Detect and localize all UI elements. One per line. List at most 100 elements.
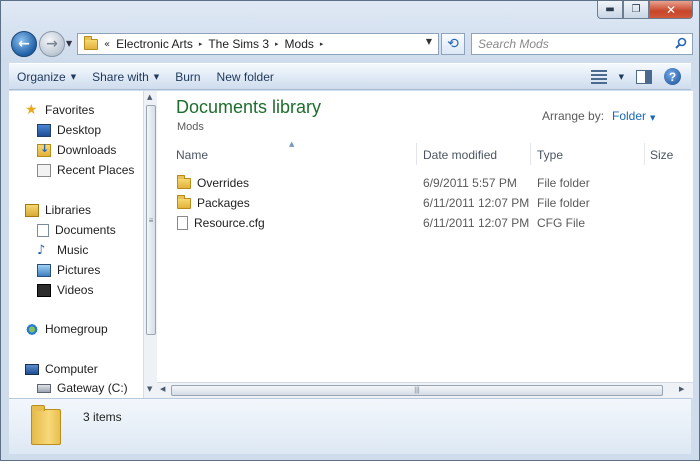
nav-label: Gateway (C:) bbox=[57, 381, 128, 395]
forward-button[interactable]: → bbox=[39, 31, 65, 57]
share-with-label: Share with bbox=[92, 69, 149, 84]
close-button[interactable]: ✕ bbox=[649, 1, 693, 19]
breadcrumb-chevron-icon[interactable]: ▸ bbox=[320, 40, 324, 48]
nav-computer[interactable]: Computer bbox=[25, 362, 98, 376]
folder-icon bbox=[177, 194, 191, 209]
maximize-button[interactable]: ❐ bbox=[623, 1, 649, 19]
refresh-button[interactable]: ⟲ bbox=[441, 33, 465, 55]
horizontal-scroll-thumb[interactable]: ||| bbox=[171, 385, 663, 396]
chevron-down-icon: ▼ bbox=[153, 72, 160, 81]
search-icon[interactable] bbox=[675, 37, 687, 49]
address-bar[interactable]: « Electronic Arts ▸ The Sims 3 ▸ Mods ▸ … bbox=[77, 33, 439, 55]
organize-label: Organize bbox=[17, 69, 66, 84]
nav-scroll-thumb[interactable]: ≡ bbox=[146, 105, 156, 335]
share-with-button[interactable]: Share with ▼ bbox=[84, 64, 167, 89]
folder-icon bbox=[31, 405, 61, 445]
arrange-by-value: Folder bbox=[612, 109, 647, 123]
navigation-pane: ★ Favorites Desktop Downloads Recent Pla… bbox=[9, 91, 155, 398]
file-type: File folder bbox=[537, 176, 590, 190]
file-row[interactable]: Resource.cfg 6/11/2011 12:07 PM CFG File bbox=[177, 214, 657, 232]
nav-favorites[interactable]: ★ Favorites bbox=[25, 101, 95, 118]
scroll-left-arrow-icon[interactable]: ◀ bbox=[160, 385, 165, 393]
nav-scrollbar[interactable]: ▲ ≡ ▼ bbox=[143, 91, 157, 398]
preview-pane-icon[interactable] bbox=[636, 69, 652, 84]
nav-music[interactable]: ♪ Music bbox=[37, 243, 88, 257]
nav-label: Documents bbox=[55, 223, 116, 237]
back-button[interactable]: ← bbox=[11, 31, 37, 57]
nav-label: Favorites bbox=[45, 103, 95, 117]
arrange-by-dropdown[interactable]: Folder ▼ bbox=[612, 109, 655, 123]
homegroup-icon bbox=[25, 322, 39, 336]
nav-downloads[interactable]: Downloads bbox=[37, 142, 116, 157]
new-folder-button[interactable]: New folder bbox=[209, 64, 282, 89]
file-name-cell: Resource.cfg bbox=[177, 216, 265, 230]
file-name: Packages bbox=[197, 196, 250, 210]
view-dropdown-icon[interactable]: ▼ bbox=[619, 73, 624, 81]
file-type: File folder bbox=[537, 196, 590, 210]
breadcrumb-mods[interactable]: Mods bbox=[285, 37, 314, 51]
column-header-date-modified[interactable]: Date modified bbox=[423, 148, 497, 162]
pictures-icon bbox=[37, 263, 51, 277]
minimize-button[interactable]: ▬ bbox=[597, 1, 623, 19]
file-row[interactable]: Packages 6/11/2011 12:07 PM File folder bbox=[177, 194, 657, 212]
column-header-type[interactable]: Type bbox=[537, 148, 563, 162]
search-input[interactable]: Search Mods bbox=[471, 33, 693, 55]
nav-pictures[interactable]: Pictures bbox=[37, 263, 100, 277]
file-name-cell: Overrides bbox=[177, 174, 250, 190]
caption-buttons: ▬ ❐ ✕ bbox=[597, 1, 693, 19]
file-name: Overrides bbox=[197, 176, 250, 190]
address-dropdown-icon[interactable]: ▼ bbox=[426, 37, 432, 46]
nav-recent-places[interactable]: Recent Places bbox=[37, 163, 134, 177]
file-row[interactable]: Overrides 6/9/2011 5:57 PM File folder bbox=[177, 174, 657, 192]
file-name: Resource.cfg bbox=[194, 216, 265, 230]
libraries-icon bbox=[25, 203, 39, 217]
nav-homegroup[interactable]: Homegroup bbox=[25, 322, 108, 336]
scroll-up-arrow-icon[interactable]: ▲ bbox=[147, 93, 152, 101]
scroll-right-arrow-icon[interactable]: ▶ bbox=[679, 385, 684, 393]
burn-button[interactable]: Burn bbox=[167, 64, 208, 89]
scroll-down-arrow-icon[interactable]: ▼ bbox=[147, 385, 152, 393]
address-overflow[interactable]: « bbox=[104, 39, 110, 50]
arrange-by-label: Arrange by: bbox=[542, 109, 605, 123]
column-divider[interactable] bbox=[644, 143, 645, 165]
videos-icon bbox=[37, 283, 51, 297]
nav-desktop[interactable]: Desktop bbox=[37, 123, 101, 137]
column-header-name[interactable]: Name bbox=[176, 148, 208, 162]
breadcrumb-chevron-icon[interactable]: ▸ bbox=[275, 40, 279, 48]
star-icon: ★ bbox=[25, 101, 38, 118]
column-divider[interactable] bbox=[416, 143, 417, 165]
folder-icon bbox=[177, 174, 191, 189]
details-pane: 3 items bbox=[9, 398, 691, 454]
nav-videos[interactable]: Videos bbox=[37, 283, 93, 297]
chevron-down-icon: ▼ bbox=[70, 72, 77, 81]
nav-libraries[interactable]: Libraries bbox=[25, 203, 91, 217]
nav-documents[interactable]: Documents bbox=[29, 221, 151, 242]
library-subtitle: Mods bbox=[177, 121, 204, 133]
toolbar-right: ▼ ? bbox=[590, 68, 681, 85]
sort-ascending-icon: ▲ bbox=[289, 140, 295, 148]
organize-button[interactable]: Organize ▼ bbox=[9, 64, 84, 89]
breadcrumb-the-sims-3[interactable]: The Sims 3 bbox=[208, 37, 269, 51]
recent-pages-dropdown[interactable]: ▼ bbox=[66, 39, 72, 48]
column-header-size[interactable]: Size bbox=[650, 148, 673, 162]
view-options-icon[interactable] bbox=[590, 69, 607, 84]
file-icon bbox=[177, 216, 188, 230]
file-date: 6/11/2011 12:07 PM bbox=[423, 216, 530, 230]
breadcrumb-electronic-arts[interactable]: Electronic Arts bbox=[116, 37, 193, 51]
explorer-window: ▬ ❐ ✕ ← → ▼ « Electronic Arts ▸ The Sims… bbox=[0, 0, 700, 461]
item-count: 3 items bbox=[83, 410, 122, 424]
breadcrumb-chevron-icon[interactable]: ▸ bbox=[199, 40, 203, 48]
file-type: CFG File bbox=[537, 216, 585, 230]
drive-icon bbox=[37, 383, 51, 393]
nav-drive-c[interactable]: Gateway (C:) bbox=[37, 381, 128, 395]
nav-label: Recent Places bbox=[57, 163, 135, 177]
file-name-cell: Packages bbox=[177, 194, 250, 210]
address-row: ← → ▼ « Electronic Arts ▸ The Sims 3 ▸ M… bbox=[9, 31, 693, 57]
documents-icon bbox=[37, 223, 49, 237]
folder-icon bbox=[84, 35, 98, 50]
horizontal-scrollbar[interactable]: ◀ ||| ▶ bbox=[157, 382, 693, 398]
burn-label: Burn bbox=[175, 69, 201, 84]
help-button[interactable]: ? bbox=[664, 68, 681, 85]
column-divider[interactable] bbox=[530, 143, 531, 165]
desktop-icon bbox=[37, 123, 51, 137]
